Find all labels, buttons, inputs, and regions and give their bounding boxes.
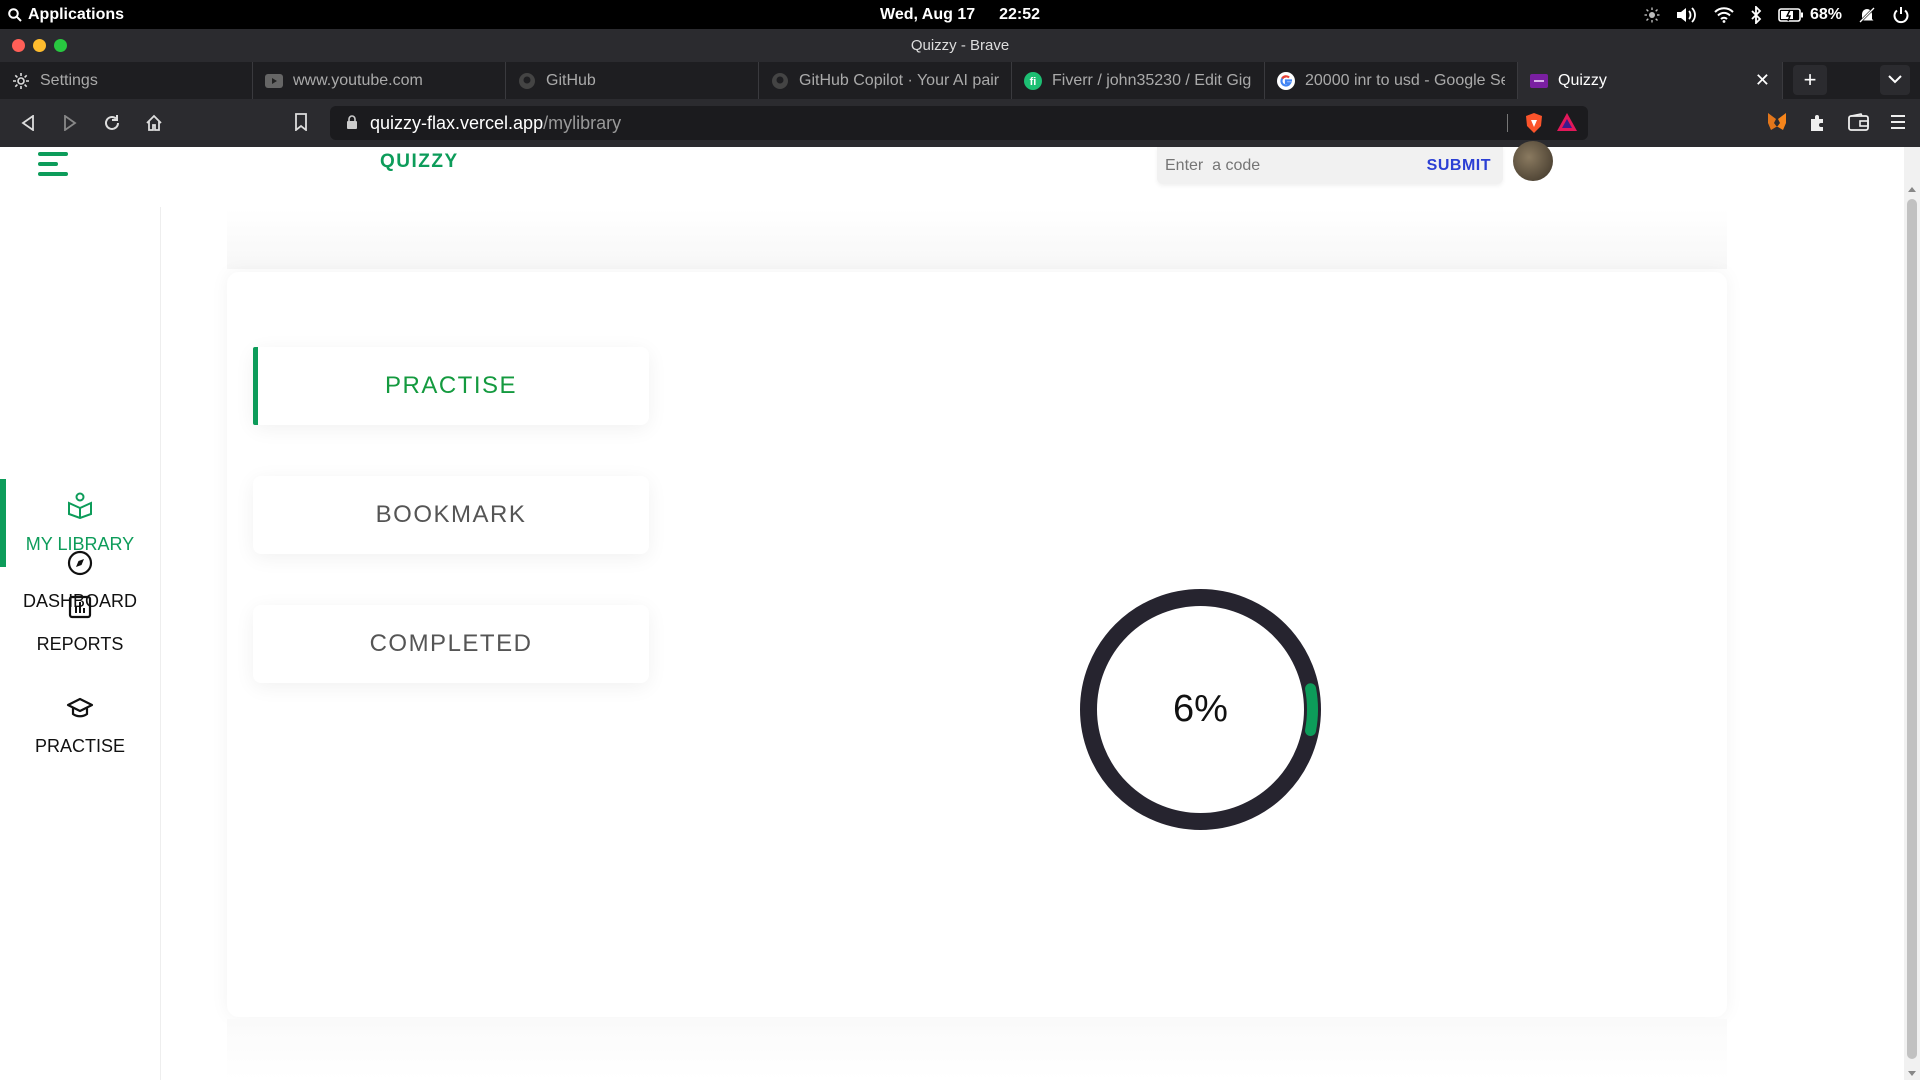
- submit-button[interactable]: SUBMIT: [1427, 157, 1491, 175]
- tab-label: 20000 inr to usd - Google Se: [1305, 71, 1505, 89]
- browser-title-bar: Quizzy - Brave: [0, 29, 1920, 62]
- browser-toolbar: quizzy-flax.vercel.app/mylibrary: [0, 99, 1920, 147]
- notifications-off-icon[interactable]: [1858, 6, 1876, 24]
- avatar[interactable]: [1513, 141, 1553, 181]
- date-label: Wed, Aug 17: [880, 5, 976, 23]
- hamburger-menu-button[interactable]: [38, 152, 70, 176]
- footer-card: [227, 1019, 1727, 1080]
- tab-label: GitHub Copilot · Your AI pair p: [799, 71, 999, 89]
- tab-settings[interactable]: Settings: [0, 62, 253, 99]
- chevron-down-icon: [1888, 71, 1902, 89]
- power-icon[interactable]: [1892, 6, 1910, 24]
- tab-label: www.youtube.com: [293, 71, 423, 89]
- clock[interactable]: Wed, Aug 17 22:52: [880, 0, 1040, 29]
- tab-label: Quizzy: [1558, 71, 1607, 89]
- quizzy-icon: [1530, 72, 1548, 90]
- close-tab-icon[interactable]: ✕: [1755, 70, 1770, 91]
- reload-button[interactable]: [102, 113, 122, 133]
- gear-icon: [12, 72, 30, 90]
- applications-label: Applications: [28, 5, 125, 23]
- github-icon: [518, 72, 536, 90]
- sidebar-item-my-library[interactable]: MY LIBRARY: [0, 479, 160, 567]
- applications-menu[interactable]: Applications: [0, 6, 124, 24]
- tab-label: Fiverr / john35230 / Edit Gig: [1052, 71, 1252, 89]
- page-scrollbar[interactable]: [1904, 147, 1920, 1080]
- menu-icon[interactable]: [1890, 114, 1906, 135]
- home-button[interactable]: [144, 113, 164, 133]
- wallet-icon[interactable]: [1848, 113, 1870, 136]
- brightness-icon[interactable]: [1644, 7, 1660, 23]
- library-tab-practise[interactable]: PRACTISE: [253, 347, 649, 425]
- url-path: /mylibrary: [543, 112, 622, 133]
- close-window-button[interactable]: [12, 39, 25, 52]
- sidebar-item-practise[interactable]: PRACTISE: [0, 683, 160, 771]
- bluetooth-icon[interactable]: [1750, 5, 1762, 24]
- library-tab-bookmark[interactable]: BOOKMARK: [253, 476, 649, 554]
- code-input[interactable]: [1165, 156, 1405, 175]
- bar-chart-icon: [68, 595, 92, 624]
- sidebar-item-label: PRACTISE: [34, 736, 126, 756]
- scroll-down-icon[interactable]: [1908, 1071, 1916, 1076]
- brave-shields-icon[interactable]: [1524, 112, 1544, 139]
- wifi-icon[interactable]: [1714, 6, 1734, 23]
- tab-list-dropdown[interactable]: [1880, 65, 1910, 95]
- window-controls: [12, 39, 67, 52]
- tab-strip: Settings www.youtube.com GitHub GitHub C…: [0, 62, 1920, 99]
- forward-button[interactable]: [60, 113, 80, 133]
- svg-text:fi: fi: [1030, 76, 1037, 88]
- window-title: Quizzy - Brave: [910, 37, 1010, 54]
- lock-icon: [346, 113, 358, 134]
- maximize-window-button[interactable]: [54, 39, 67, 52]
- url-divider: [1507, 114, 1508, 132]
- tab-youtube[interactable]: www.youtube.com: [253, 62, 506, 99]
- bookmark-button[interactable]: [294, 113, 308, 136]
- join-code-form: SUBMIT: [1157, 147, 1503, 184]
- google-icon: [1277, 71, 1295, 90]
- battery-icon[interactable]: 68%: [1778, 6, 1842, 24]
- scrollbar-thumb[interactable]: [1907, 199, 1917, 1059]
- sidebar: DASHBOARD MY LIBRARY REPORTS PRACTISE: [0, 207, 161, 1080]
- brand-logo[interactable]: QUIZZY: [380, 151, 459, 173]
- battery-percent: 68%: [1809, 5, 1842, 23]
- tab-label: Settings: [40, 71, 98, 89]
- os-top-bar: Applications Wed, Aug 17 22:52 68%: [0, 0, 1920, 29]
- scroll-up-icon[interactable]: [1908, 187, 1916, 192]
- url-domain: quizzy-flax.vercel.app: [370, 112, 544, 133]
- library-icon: [67, 491, 93, 524]
- address-bar[interactable]: quizzy-flax.vercel.app/mylibrary: [330, 106, 1588, 140]
- fiverr-icon: fi: [1024, 71, 1042, 90]
- tab-quizzy[interactable]: Quizzy ✕: [1518, 62, 1783, 99]
- tab-github[interactable]: GitHub: [506, 62, 759, 99]
- tab-google-search[interactable]: 20000 inr to usd - Google Se: [1265, 62, 1518, 99]
- new-tab-button[interactable]: +: [1793, 65, 1827, 95]
- graduation-cap-icon: [66, 697, 94, 726]
- header-card: [227, 209, 1727, 269]
- progress-percent-label: 6%: [1173, 688, 1228, 730]
- search-icon: [8, 7, 22, 22]
- back-button[interactable]: [18, 113, 38, 133]
- web-page: QUIZZY SUBMIT DASHBOARD MY LIBRARY REPOR…: [0, 141, 1920, 1080]
- github-icon: [771, 72, 789, 90]
- volume-icon[interactable]: [1676, 6, 1698, 24]
- brave-rewards-icon[interactable]: [1556, 112, 1578, 137]
- youtube-icon: [265, 72, 283, 90]
- time-label: 22:52: [999, 5, 1041, 23]
- library-tab-completed[interactable]: COMPLETED: [253, 605, 649, 683]
- sidebar-item-label: REPORTS: [36, 634, 124, 654]
- tab-label: GitHub: [546, 71, 596, 89]
- tab-github-copilot[interactable]: GitHub Copilot · Your AI pair p: [759, 62, 1012, 99]
- sidebar-item-reports[interactable]: REPORTS: [0, 581, 160, 669]
- metamask-icon[interactable]: [1766, 112, 1788, 137]
- extensions-icon[interactable]: [1808, 112, 1828, 137]
- sidebar-item-label: MY LIBRARY: [25, 534, 135, 554]
- tab-fiverr[interactable]: fi Fiverr / john35230 / Edit Gig: [1012, 62, 1265, 99]
- minimize-window-button[interactable]: [33, 39, 46, 52]
